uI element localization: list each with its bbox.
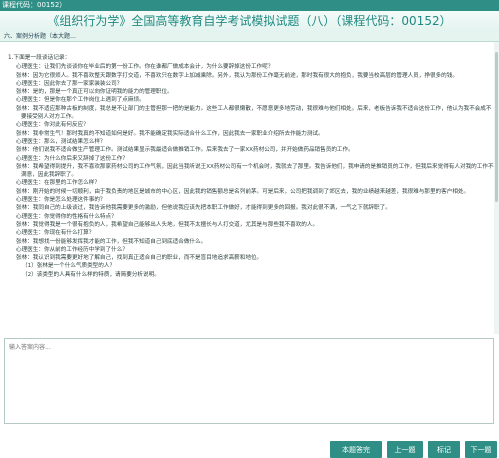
subquestion: （2）该类型的人具有什么样的特质，请简要分析说明。	[22, 271, 160, 278]
dialog-line: 心理医生：在那里的工作怎么样？	[16, 180, 100, 187]
dialog-line: 张林：因为它很烦人。我不喜欢整天跟数字打交道，不喜欢只在数字上加减乘除。另外，我…	[16, 72, 458, 79]
dialog-line: 张林：刚开始的时候一切顺利，由于我负责的地区是城市的中心区，因此我的销售额总是名…	[16, 188, 470, 195]
previous-question-button[interactable]: 上一题	[387, 441, 423, 458]
next-question-button[interactable]: 下一题	[465, 441, 497, 458]
dialog-line: 心理医生：让我们先谈谈你在毕业后的第一份工作。你在谁都厂做成本会计，为什么要辞掉…	[16, 64, 274, 71]
finish-question-button[interactable]: 本题答完	[330, 441, 382, 458]
subquestion: （1）张林是一个什么气质类型的人？	[22, 263, 116, 270]
dialog-line: 心理医生：为什么你后来又辞掉了这份工作？	[16, 155, 128, 162]
mark-question-button[interactable]: 标记	[428, 441, 460, 458]
subquestion-list: （1）张林是一个什么气质类型的人？ （2）该类型的人具有什么样的特质，请简要分析说…	[8, 262, 495, 279]
section-label: 六、案例分析题（本大题…	[4, 33, 77, 40]
dialog-line: 心理医生：你是怎么处理这件事的？	[16, 197, 106, 204]
dialog-line: 张林：他们说我不适合做生产管理工作。测试结果显示我最适合做推销工作。后来我去了一…	[16, 147, 354, 154]
dialog-line: 心理医生：但是你在那个工作岗位上遇到了点麻烦。	[16, 97, 145, 104]
dialog-line: 张林：我认识到我需要更好地了解自己，找到真正适合自己的职业，而不是盲目地追求高薪…	[16, 255, 263, 262]
dialog-line: 心理医生：你从前的工作经历中学到了什么？	[16, 246, 128, 253]
window-title-bar: 课程代码：00152）	[0, 0, 499, 11]
dialog-line: 张林：我希望得到提升，我不喜欢那家药材公司的工作气氛，因此当我听说王XX药材公司…	[16, 163, 494, 179]
answer-input[interactable]	[4, 338, 494, 424]
dialog-line: 心理医生：那么，测试结果怎么样？	[16, 138, 106, 145]
button-bar: 本题答完 上一题 标记 下一题	[0, 437, 499, 458]
dialog-line: 心理医生：你现在有什么打算？	[16, 230, 95, 237]
dialog-line: 张林：我非常生气！那时我真的不知道如何是好。我不能确定我实际适合什么工作，因此我…	[16, 130, 324, 137]
dialog-list: 心理医生：让我们先谈谈你在毕业后的第一份工作。你在谁都厂做成本会计，为什么要辞掉…	[8, 63, 495, 262]
exam-title: 《组织行为学》全国高等教育自学考试模拟试题（八）（课程代码：00152）	[47, 14, 452, 28]
content-scrollbar[interactable]	[494, 42, 499, 334]
question-intro: 1.下面是一段谈话记录：	[8, 55, 71, 61]
dialog-line: 张林：我觉得我是一个很有抱负的人，我希望自己能够出人头地，但我不太擅长与人打交道…	[16, 221, 319, 228]
dialog-line: 心理医生：你对此有何反应？	[16, 122, 89, 129]
scrollbar-thumb[interactable]	[495, 52, 498, 202]
dialog-line: 张林：我想找一份能够发挥我才能的工作，但我不知道自己到底适合做什么。	[16, 238, 207, 245]
dialog-line: 心理医生：你觉得你的性格有什么特点？	[16, 213, 117, 220]
dialog-line: 张林：是的，那是一个真正可以向你证明我的能力的管理职位。	[16, 89, 173, 96]
dialog-line: 张林：我不适应那种古板的制度，我总是不让部门的主管担那一把的是能力。这些工人都很…	[16, 105, 492, 121]
dialog-line: 张林：我同自己的上级谈过，我告诉他我需要更多的激励，但他说我应该先把本职工作做好…	[16, 205, 391, 212]
section-bar: 六、案例分析题（本大题…	[0, 32, 499, 42]
exam-header: 《组织行为学》全国高等教育自学考试模拟试题（八）（课程代码：00152）	[0, 11, 499, 32]
question-content: 1.下面是一段谈话记录： 心理医生：让我们先谈谈你在毕业后的第一份工作。你在谁都…	[0, 42, 499, 334]
window-title: 课程代码：00152）	[2, 1, 67, 9]
dialog-line: 心理医生：因此你去了那一家家装装公司？	[16, 80, 123, 87]
